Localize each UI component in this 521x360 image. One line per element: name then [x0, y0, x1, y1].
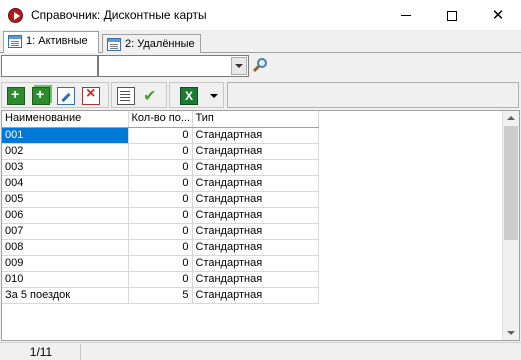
cards-table: Наименование Кол-во по... Тип 001 0 Станда…	[2, 111, 319, 304]
cell-type[interactable]: Стандартная	[192, 143, 319, 160]
cell-count[interactable]: 0	[128, 255, 193, 272]
cell-count[interactable]: 0	[128, 191, 193, 208]
table-row[interactable]: 002 0 Стандартная	[2, 143, 319, 160]
search-button[interactable]	[252, 57, 270, 75]
cell-type[interactable]: Стандартная	[192, 191, 319, 208]
cell-name[interactable]: 009	[2, 255, 129, 272]
cell-type[interactable]: Стандартная	[192, 239, 319, 256]
status-bar: 1/11	[0, 342, 521, 360]
delete-icon[interactable]	[82, 85, 100, 105]
cell-count[interactable]: 0	[128, 143, 193, 160]
check-icon[interactable]	[142, 86, 160, 106]
cell-type[interactable]: Стандартная	[192, 127, 319, 144]
filter-combo[interactable]	[98, 55, 249, 77]
title-bar: Справочник: Дисконтные карты ✕	[0, 0, 521, 31]
export-dropdown-icon[interactable]	[210, 94, 218, 98]
cell-count[interactable]: 0	[128, 223, 193, 240]
toolbar-group-props	[111, 82, 167, 108]
list-icon	[8, 35, 22, 48]
cell-type[interactable]: Стандартная	[192, 175, 319, 192]
column-header-count[interactable]: Кол-во по...	[128, 111, 193, 128]
cell-type[interactable]: Стандартная	[192, 207, 319, 224]
cell-type[interactable]: Стандартная	[192, 223, 319, 240]
column-header-type[interactable]: Тип	[192, 111, 319, 128]
cell-name[interactable]: 003	[2, 159, 129, 176]
cell-name[interactable]: 002	[2, 143, 129, 160]
column-header-name[interactable]: Наименование	[2, 111, 129, 128]
cell-name[interactable]: 008	[2, 239, 129, 256]
cell-count[interactable]: 0	[128, 271, 193, 288]
scroll-up-icon[interactable]	[507, 116, 515, 120]
maximize-button[interactable]	[429, 0, 475, 31]
close-icon: ✕	[491, 7, 505, 24]
cell-type[interactable]: Стандартная	[192, 271, 319, 288]
maximize-icon	[447, 10, 457, 21]
table-row[interactable]: 009 0 Стандартная	[2, 255, 319, 272]
table-row[interactable]: 007 0 Стандартная	[2, 223, 319, 240]
cell-name[interactable]: 007	[2, 223, 129, 240]
cell-type[interactable]: Стандартная	[192, 287, 319, 304]
table-row[interactable]: 001 0 Стандартная	[2, 127, 319, 144]
scroll-down-icon[interactable]	[507, 331, 515, 335]
cell-type[interactable]: Стандартная	[192, 255, 319, 272]
toolbar-group-edit	[1, 82, 109, 108]
cell-count[interactable]: 5	[128, 287, 193, 304]
copy-icon[interactable]	[32, 86, 50, 105]
minimize-button[interactable]	[383, 0, 429, 31]
table-row[interactable]: 003 0 Стандартная	[2, 159, 319, 176]
minimize-icon	[401, 15, 411, 16]
record-position: 1/11	[2, 344, 81, 360]
table-row[interactable]: 005 0 Стандартная	[2, 191, 319, 208]
table-header-row: Наименование Кол-во по... Тип	[2, 111, 319, 128]
toolbar	[0, 82, 521, 108]
cell-type[interactable]: Стандартная	[192, 159, 319, 176]
table-row[interactable]: За 5 поездок 5 Стандартная	[2, 287, 319, 304]
cell-name[interactable]: 005	[2, 191, 129, 208]
properties-icon[interactable]	[117, 87, 135, 105]
tab-label: 2: Удалённые	[125, 38, 195, 50]
cell-count[interactable]: 0	[128, 175, 193, 192]
combo-dropdown-button[interactable]	[231, 57, 247, 75]
chevron-down-icon	[235, 64, 243, 68]
data-grid[interactable]: Наименование Кол-во по... Тип 001 0 Станда…	[1, 110, 520, 341]
cell-count[interactable]: 0	[128, 159, 193, 176]
add-icon[interactable]	[7, 86, 25, 105]
tab-label: 1: Активные	[26, 35, 88, 47]
scroll-thumb[interactable]	[504, 126, 518, 240]
toolbar-group-export	[169, 82, 224, 108]
toolbar-empty-area	[227, 82, 519, 108]
table-row[interactable]: 004 0 Стандартная	[2, 175, 319, 192]
cell-name[interactable]: 001	[2, 127, 129, 144]
cell-name[interactable]: 006	[2, 207, 129, 224]
table-row[interactable]: 010 0 Стандартная	[2, 271, 319, 288]
list-icon	[107, 38, 121, 51]
edit-icon[interactable]	[57, 87, 75, 105]
cell-count[interactable]: 0	[128, 127, 193, 144]
table-row[interactable]: 006 0 Стандартная	[2, 207, 319, 224]
cell-name[interactable]: За 5 поездок	[2, 287, 129, 304]
app-icon	[8, 8, 23, 23]
filter-text-input[interactable]	[1, 55, 98, 77]
cell-count[interactable]: 0	[128, 207, 193, 224]
tab-deleted[interactable]: 2: Удалённые	[102, 34, 201, 53]
filter-row	[0, 55, 521, 77]
excel-icon[interactable]	[180, 87, 198, 105]
cell-name[interactable]: 010	[2, 271, 129, 288]
tab-active[interactable]: 1: Активные	[3, 31, 99, 53]
tab-bar: 1: Активные 2: Удалённые	[0, 31, 521, 53]
vertical-scrollbar[interactable]	[502, 111, 519, 340]
close-button[interactable]: ✕	[475, 0, 521, 31]
table-row[interactable]: 008 0 Стандартная	[2, 239, 319, 256]
cell-count[interactable]: 0	[128, 239, 193, 256]
cell-name[interactable]: 004	[2, 175, 129, 192]
window-title: Справочник: Дисконтные карты	[31, 8, 207, 22]
